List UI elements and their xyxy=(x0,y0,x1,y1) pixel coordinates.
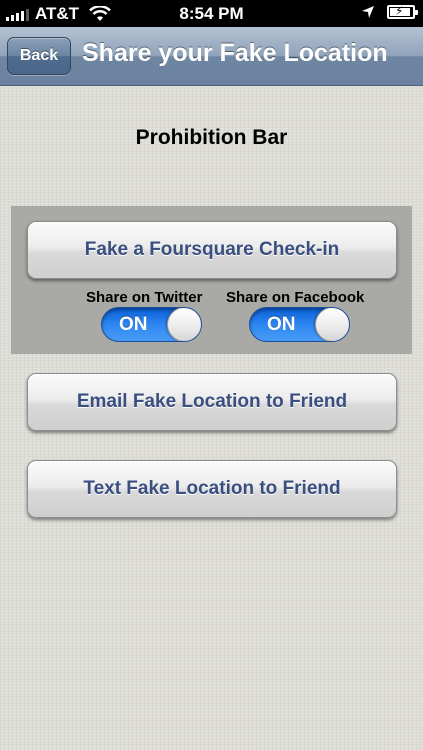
text-location-button[interactable]: Text Fake Location to Friend xyxy=(27,460,397,518)
email-location-button[interactable]: Email Fake Location to Friend xyxy=(27,373,397,431)
share-facebook-label: Share on Facebook xyxy=(226,289,365,306)
share-twitter-label: Share on Twitter xyxy=(86,289,203,306)
share-twitter-toggle[interactable]: ON xyxy=(101,307,202,342)
share-facebook-state: ON xyxy=(267,314,296,335)
charging-bolt-icon: ⚡ xyxy=(395,4,404,18)
navigation-bar: Back Share your Fake Location xyxy=(0,27,423,86)
battery-icon: ⚡ xyxy=(387,4,418,19)
share-twitter-state: ON xyxy=(119,314,148,335)
location-arrow-icon xyxy=(362,6,374,18)
toggle-knob xyxy=(167,308,201,341)
place-name: Prohibition Bar xyxy=(135,126,288,149)
status-right: ⚡ xyxy=(361,4,418,19)
foursquare-checkin-button[interactable]: Fake a Foursquare Check-in xyxy=(27,221,397,279)
nav-title: Share your Fake Location xyxy=(82,39,388,67)
toggle-knob xyxy=(315,308,349,341)
share-facebook-toggle[interactable]: ON xyxy=(249,307,350,342)
status-bar: AT&T 8:54 PM ⚡ xyxy=(0,0,423,27)
back-button[interactable]: Back xyxy=(7,37,71,75)
status-time: 8:54 PM xyxy=(179,4,244,23)
